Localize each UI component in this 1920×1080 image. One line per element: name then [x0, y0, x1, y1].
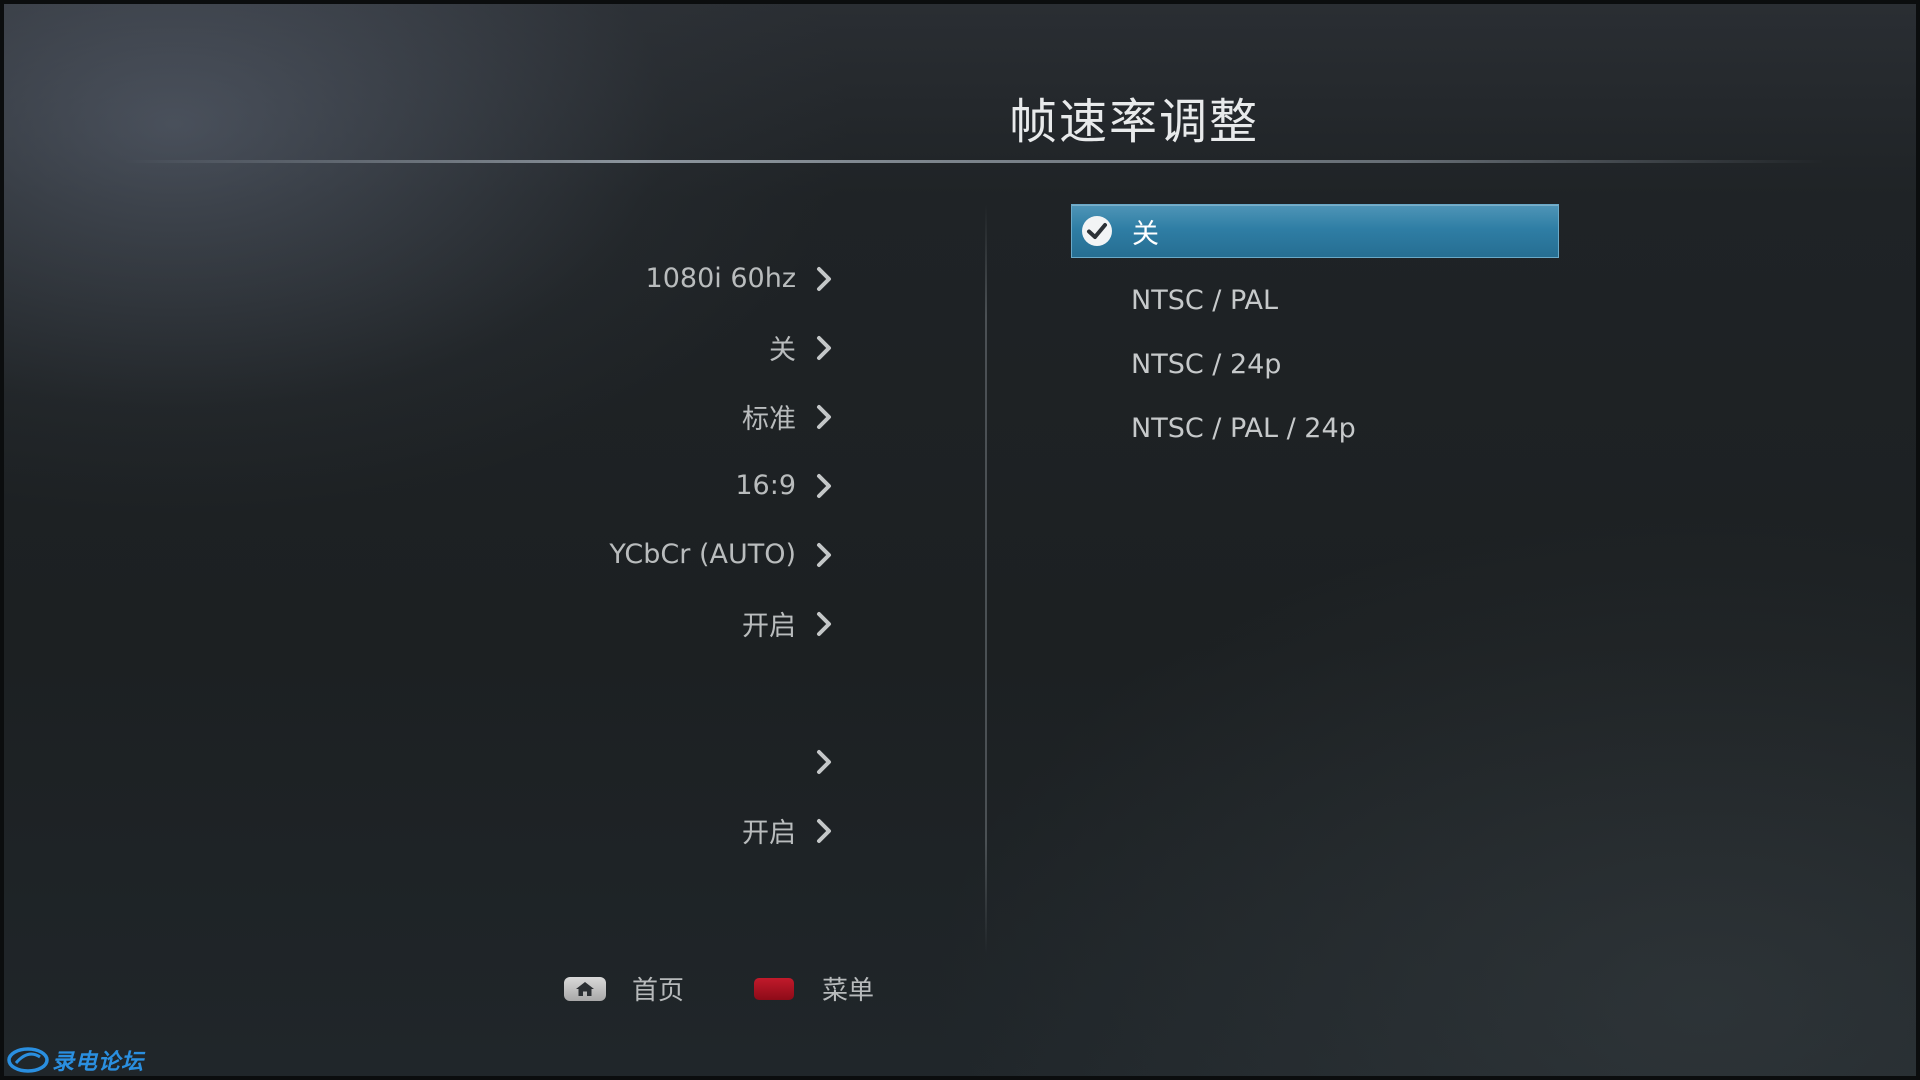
- footer-hints: 首页 菜单: [564, 970, 874, 1007]
- setting-item-6[interactable]: 开启: [404, 589, 834, 658]
- setting-item-7: [404, 658, 834, 727]
- chevron-right-icon: [817, 473, 831, 498]
- option-label: 关: [1132, 218, 1159, 250]
- setting-item-color-space[interactable]: YCbCr (AUTO): [404, 520, 834, 589]
- check-circle-icon: [1082, 216, 1112, 246]
- red-menu-button[interactable]: [754, 977, 795, 1000]
- option-label: NTSC / PAL: [1131, 284, 1279, 316]
- chevron-right-icon: [817, 818, 831, 843]
- option-off[interactable]: 关: [1071, 204, 1559, 258]
- panel-divider: [985, 204, 987, 954]
- option-ntsc-24p[interactable]: NTSC / 24p: [1071, 332, 1559, 396]
- option-label: NTSC / 24p: [1131, 348, 1282, 380]
- chevron-right-icon: [817, 611, 831, 636]
- setting-value: 关: [769, 335, 796, 366]
- home-icon: [576, 981, 594, 996]
- title-divider: [124, 160, 1824, 163]
- settings-screen: 帧速率调整 1080i 60hz 关 标准 16:9 YCbCr (AUTO) …: [0, 0, 1920, 1080]
- setting-item-resolution[interactable]: 1080i 60hz: [404, 244, 834, 313]
- option-label: NTSC / PAL / 24p: [1131, 412, 1356, 444]
- home-label: 首页: [632, 976, 685, 1006]
- swirl-logo-icon: [7, 1047, 49, 1073]
- option-ntsc-pal-24p[interactable]: NTSC / PAL / 24p: [1071, 396, 1559, 460]
- chevron-right-icon: [817, 404, 831, 429]
- setting-item-2[interactable]: 关: [404, 313, 834, 382]
- menu-label: 菜单: [822, 976, 875, 1006]
- setting-value: 标准: [742, 404, 796, 435]
- chevron-right-icon: [817, 266, 831, 291]
- watermark-logo: 录电论坛: [6, 1044, 144, 1076]
- setting-value: YCbCr (AUTO): [609, 539, 796, 570]
- setting-item-3[interactable]: 标准: [404, 382, 834, 451]
- setting-item-9[interactable]: 开启: [404, 796, 834, 865]
- option-ntsc-pal[interactable]: NTSC / PAL: [1071, 268, 1559, 332]
- watermark-text: 录电论坛: [52, 1050, 145, 1075]
- settings-list: 1080i 60hz 关 标准 16:9 YCbCr (AUTO) 开启 开启: [404, 244, 834, 865]
- chevron-right-icon: [817, 749, 831, 774]
- setting-item-aspect[interactable]: 16:9: [404, 451, 834, 520]
- setting-value: 1080i 60hz: [645, 263, 796, 294]
- setting-value: 开启: [742, 611, 796, 642]
- setting-value: 16:9: [735, 470, 796, 501]
- chevron-right-icon: [817, 335, 831, 360]
- setting-value: 开启: [742, 818, 796, 849]
- frame-rate-options: 关 NTSC / PAL NTSC / 24p NTSC / PAL / 24p: [1071, 204, 1559, 460]
- chevron-right-icon: [817, 542, 831, 567]
- setting-item-8[interactable]: [404, 727, 834, 796]
- page-title: 帧速率调整: [1008, 94, 1259, 150]
- home-button[interactable]: [564, 976, 606, 1001]
